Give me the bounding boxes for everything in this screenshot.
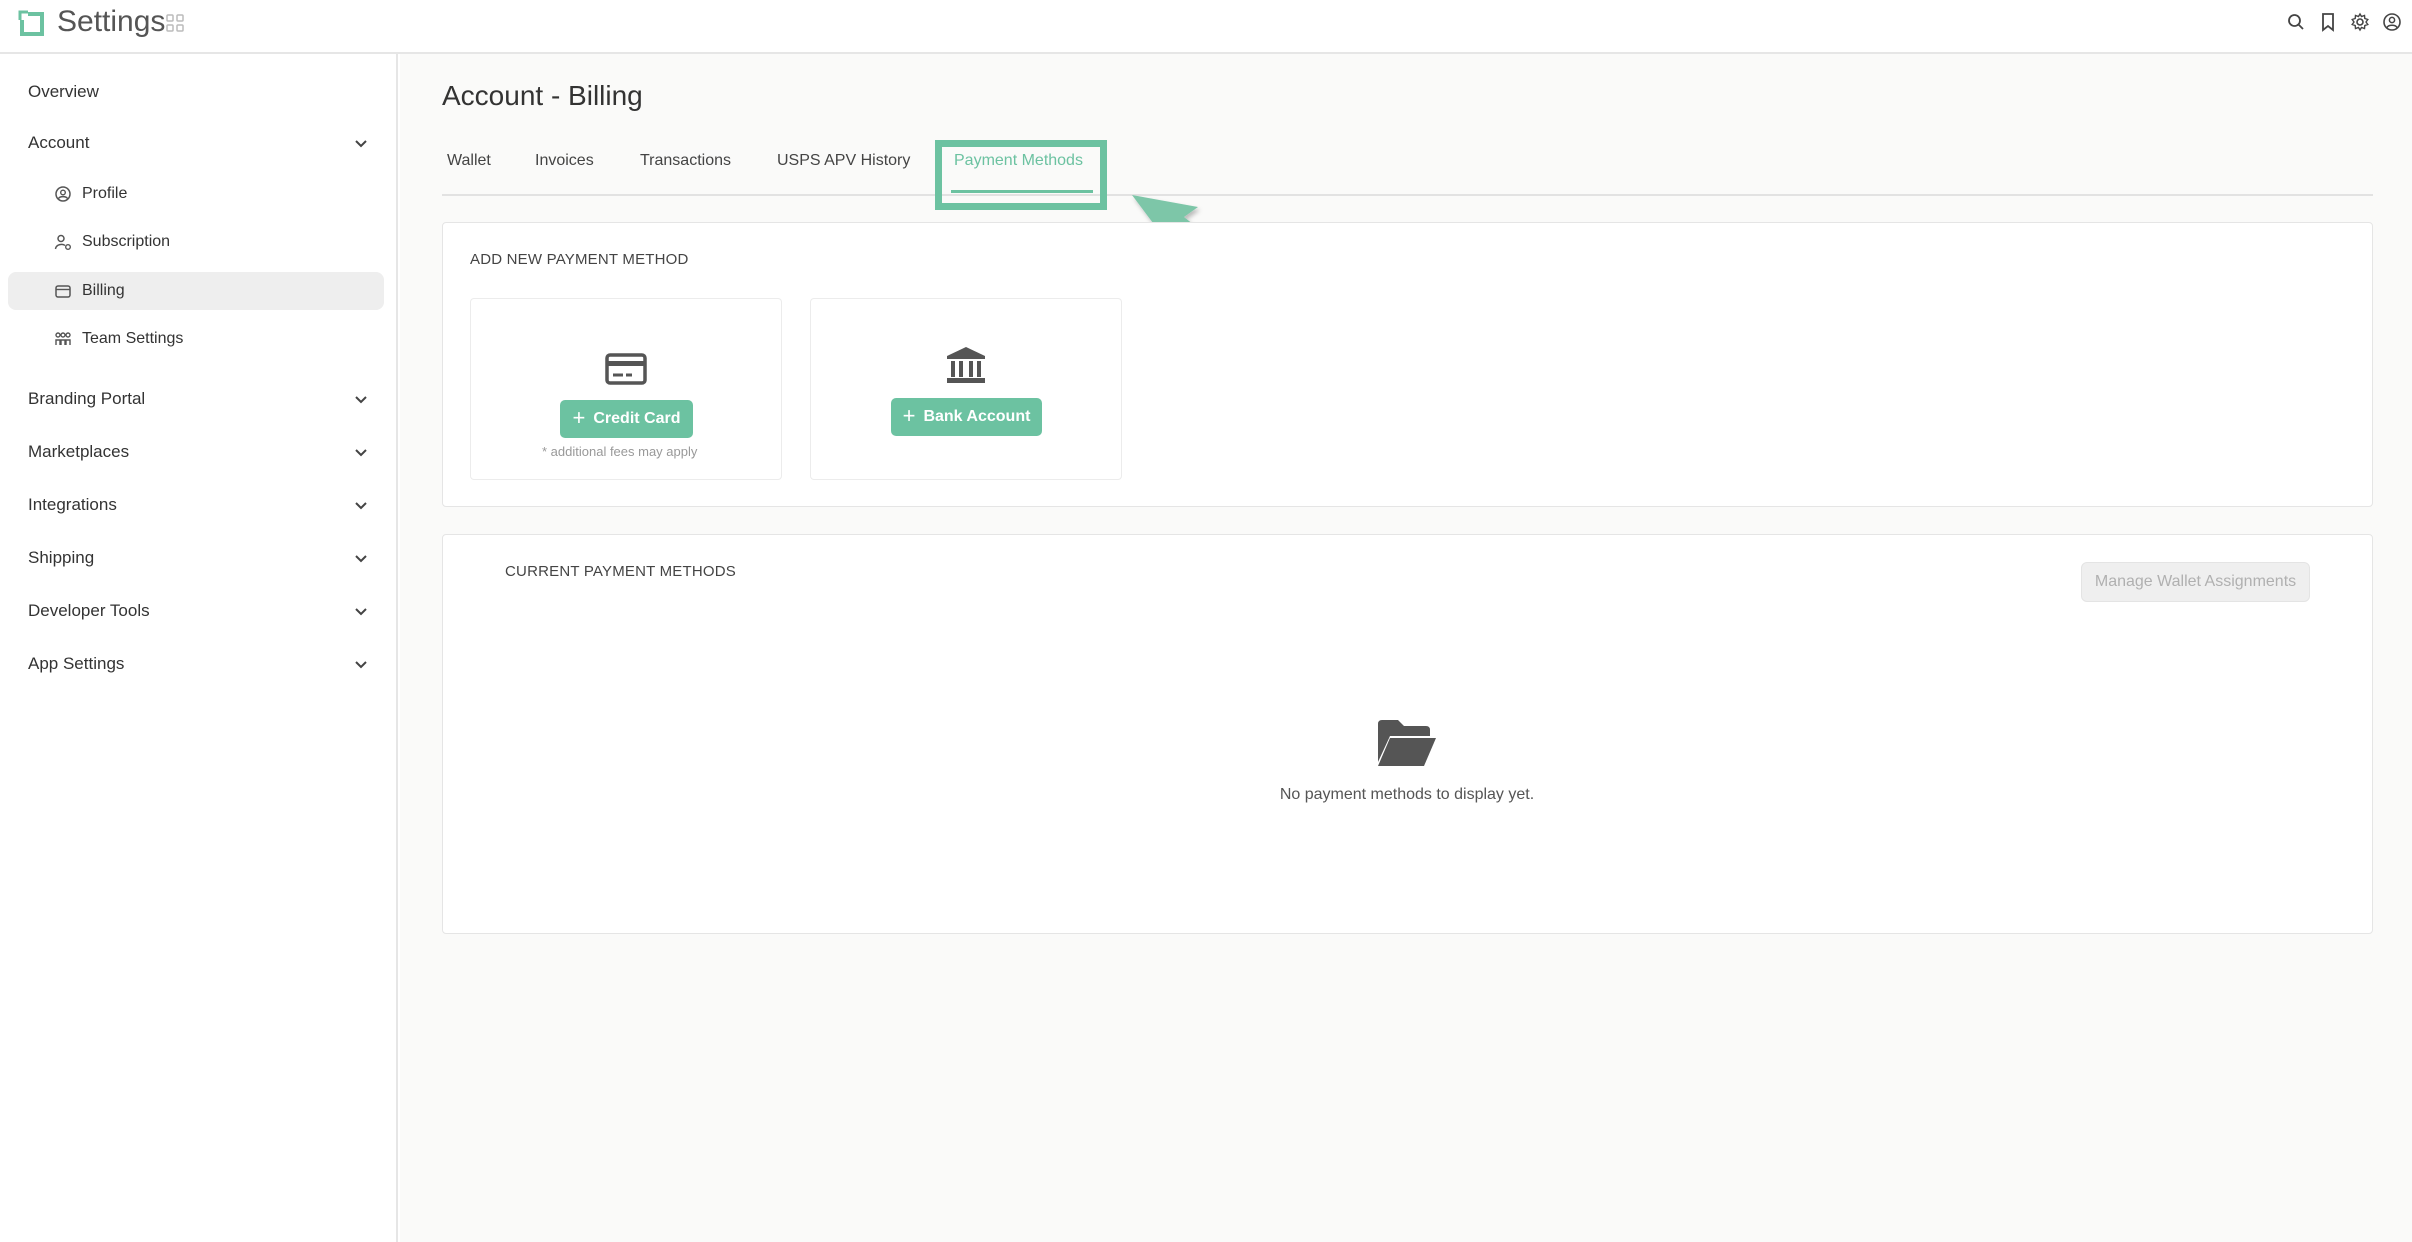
sidebar-item-label: Billing <box>82 282 125 299</box>
sidebar-item-marketplaces[interactable]: Marketplaces <box>0 432 398 472</box>
plus-icon: + <box>572 405 586 430</box>
sidebar-item-label: Overview <box>28 82 99 101</box>
sidebar: Overview Account Profile Subscription Bi… <box>0 54 398 1242</box>
sidebar-item-label: Subscription <box>82 233 171 250</box>
user-gear-icon <box>54 234 71 250</box>
chevron-down-icon[interactable] <box>352 134 370 152</box>
sidebar-item-label: App Settings <box>28 654 125 673</box>
sidebar-item-branding-portal[interactable]: Branding Portal <box>0 379 398 419</box>
credit-card-icon <box>605 353 647 385</box>
add-bank-account-button[interactable]: + Bank Account <box>891 398 1042 436</box>
sidebar-item-profile[interactable]: Profile <box>8 175 384 213</box>
sidebar-item-developer-tools[interactable]: Developer Tools <box>0 591 398 631</box>
sidebar-item-label: Integrations <box>28 495 117 514</box>
tab-usps-apv-history[interactable]: USPS APV History <box>777 152 910 170</box>
app-logo-icon[interactable] <box>18 10 46 38</box>
bookmark-icon[interactable] <box>2318 12 2338 32</box>
team-icon <box>55 332 71 345</box>
sidebar-item-billing[interactable]: Billing <box>8 272 384 310</box>
add-payment-method-title: ADD NEW PAYMENT METHOD <box>470 251 689 268</box>
credit-card-fee-note: * additional fees may apply <box>542 444 698 459</box>
sidebar-item-label: Team Settings <box>82 330 184 347</box>
chevron-down-icon[interactable] <box>352 390 370 408</box>
empty-state-message: No payment methods to display yet. <box>1279 786 1535 803</box>
sidebar-item-overview[interactable]: Overview <box>0 72 398 112</box>
header-actions <box>2286 12 2402 32</box>
user-circle-icon <box>55 186 71 202</box>
add-credit-card-label: Credit Card <box>593 410 681 427</box>
app-grid-icon[interactable] <box>166 14 184 32</box>
tab-wallet[interactable]: Wallet <box>447 152 491 170</box>
add-credit-card-button[interactable]: + Credit Card <box>560 400 693 438</box>
app-title: Settings <box>57 5 166 38</box>
plus-icon: + <box>902 403 916 428</box>
sidebar-item-account[interactable]: Account <box>0 123 398 163</box>
gear-icon[interactable] <box>2350 12 2370 32</box>
chevron-down-icon[interactable] <box>352 549 370 567</box>
tab-transactions[interactable]: Transactions <box>640 152 731 170</box>
billing-tabs: Wallet Invoices Transactions USPS APV Hi… <box>442 140 2373 196</box>
sidebar-item-app-settings[interactable]: App Settings <box>0 644 398 684</box>
chevron-down-icon[interactable] <box>352 602 370 620</box>
sidebar-item-label: Profile <box>82 185 128 202</box>
sidebar-item-label: Branding Portal <box>28 389 146 408</box>
sidebar-item-integrations[interactable]: Integrations <box>0 485 398 525</box>
add-bank-account-label: Bank Account <box>923 408 1031 425</box>
sidebar-item-team-settings[interactable]: Team Settings <box>8 320 384 358</box>
sidebar-item-label: Marketplaces <box>28 442 130 461</box>
page-title: Account - Billing <box>442 80 643 111</box>
sidebar-item-label: Developer Tools <box>28 601 150 620</box>
tab-invoices[interactable]: Invoices <box>535 152 594 170</box>
folder-open-icon <box>1378 720 1436 766</box>
sidebar-item-shipping[interactable]: Shipping <box>0 538 398 578</box>
current-payment-methods-title: CURRENT PAYMENT METHODS <box>505 563 737 580</box>
wallet-icon <box>55 285 71 298</box>
bank-icon <box>947 347 985 383</box>
sidebar-item-subscription[interactable]: Subscription <box>8 223 384 261</box>
chevron-down-icon[interactable] <box>352 443 370 461</box>
user-circle-icon[interactable] <box>2382 12 2402 32</box>
tab-highlight-box <box>935 140 1107 210</box>
sidebar-item-label: Account <box>28 133 90 152</box>
search-icon[interactable] <box>2286 12 2306 32</box>
manage-wallet-assignments-button[interactable]: Manage Wallet Assignments <box>2081 562 2310 602</box>
bank-account-tile <box>810 298 1122 480</box>
chevron-down-icon[interactable] <box>352 655 370 673</box>
chevron-down-icon[interactable] <box>352 496 370 514</box>
sidebar-item-label: Shipping <box>28 548 95 567</box>
top-bar: Settings <box>0 0 2412 54</box>
